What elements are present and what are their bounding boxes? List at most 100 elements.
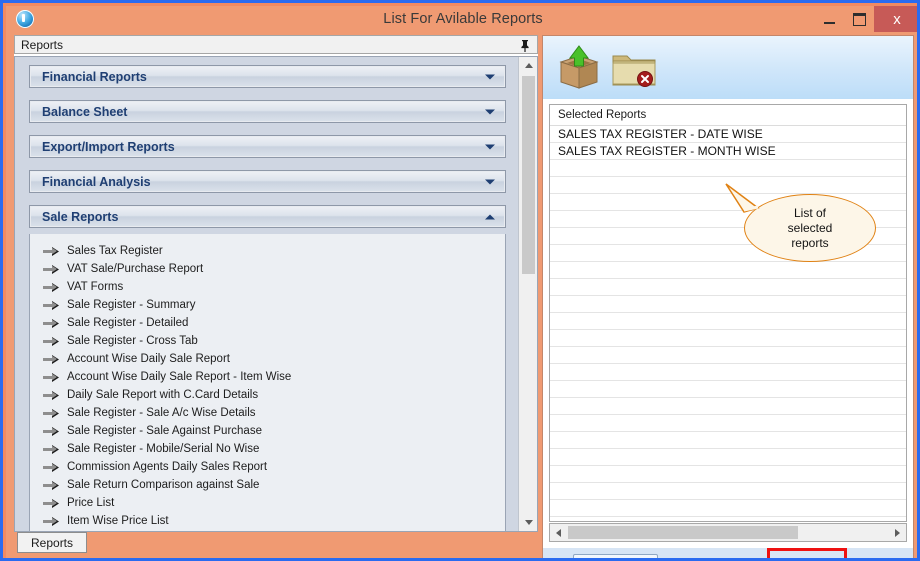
selected-reports-panel: Selected Reports SALES TAX REGISTER - DA… xyxy=(542,35,914,553)
arrow-right-icon xyxy=(43,516,60,527)
scroll-left-icon[interactable] xyxy=(550,524,567,541)
selected-report-row[interactable]: SALES TAX REGISTER - DATE WISE xyxy=(550,126,906,143)
arrow-right-icon xyxy=(43,480,60,491)
accordion-header-export-import-reports[interactable]: Export/Import Reports xyxy=(29,135,506,158)
report-list-item[interactable]: Sale Register - Summary xyxy=(30,296,505,314)
accordion-header-sale-reports[interactable]: Sale Reports xyxy=(29,205,506,228)
scroll-down-icon[interactable] xyxy=(519,514,537,531)
report-list-item[interactable]: Sale Register - Cross Tab xyxy=(30,332,505,350)
accordion-label: Sale Reports xyxy=(42,209,119,224)
sale-reports-list: Sales Tax Register VAT Sale/Purchase Repo… xyxy=(29,234,506,531)
maximize-button[interactable] xyxy=(844,6,874,32)
export-box-icon[interactable] xyxy=(555,44,603,92)
report-list-item[interactable]: Sale Register - Mobile/Serial No Wise xyxy=(30,440,505,458)
selected-reports-horizontal-scrollbar[interactable] xyxy=(549,523,907,542)
report-list-item-label: VAT Sale/Purchase Report xyxy=(67,263,204,275)
chevron-down-icon xyxy=(485,109,495,114)
arrow-right-icon xyxy=(43,462,60,473)
report-list-item-label: Price List xyxy=(67,497,115,509)
report-list-item[interactable]: VAT Sale/Purchase Report xyxy=(30,260,505,278)
selected-report-row-empty[interactable] xyxy=(550,432,906,449)
application-window: List For Avilable Reports x Reports Fina… xyxy=(0,0,920,561)
dock-vertical-scrollbar[interactable] xyxy=(518,57,537,531)
report-list-item-label: Daily Sale Report with C.Card Details xyxy=(67,389,259,401)
selected-reports-header: Selected Reports xyxy=(550,105,906,126)
selected-report-row-empty[interactable] xyxy=(550,347,906,364)
accordion-label: Export/Import Reports xyxy=(42,139,175,154)
report-list-item[interactable]: Sale Return Comparison against Sale xyxy=(30,476,505,494)
report-list-item[interactable]: Item Wise Price List xyxy=(30,512,505,530)
selected-report-row-empty[interactable] xyxy=(550,500,906,517)
arrow-right-icon xyxy=(43,246,60,257)
arrow-right-icon xyxy=(43,390,60,401)
close-button[interactable]: x xyxy=(874,6,917,32)
window-content: Reports Financial Reports Balance Sheet xyxy=(6,32,917,558)
arrow-right-icon xyxy=(43,336,60,347)
arrow-right-icon xyxy=(43,444,60,455)
dock-caption-label: Reports xyxy=(21,37,64,52)
arrow-right-icon xyxy=(43,318,60,329)
report-list-item-label: Account Wise Daily Sale Report - Item Wi… xyxy=(67,371,292,383)
report-list-item[interactable]: Price List xyxy=(30,494,505,512)
report-list-item[interactable]: Account Wise Daily Sale Report - Item Wi… xyxy=(30,368,505,386)
cancel-button[interactable]: Cancel xyxy=(673,554,748,558)
accordion-header-financial-reports[interactable]: Financial Reports xyxy=(29,65,506,88)
selected-report-row-empty[interactable] xyxy=(550,296,906,313)
chevron-up-icon xyxy=(485,214,495,219)
selected-report-row-empty[interactable] xyxy=(550,483,906,500)
report-list-item[interactable]: VAT Forms xyxy=(30,278,505,296)
selected-report-row-empty[interactable] xyxy=(550,466,906,483)
report-list-item-label: Sale Register - Sale A/c Wise Details xyxy=(67,407,256,419)
scroll-thumb[interactable] xyxy=(522,76,535,274)
report-list-item[interactable]: Sale Register - Sale A/c Wise Details xyxy=(30,404,505,422)
report-list-item[interactable]: Account Wise Daily Sale Report xyxy=(30,350,505,368)
selection-toolbar xyxy=(543,36,913,100)
selected-report-row-empty[interactable] xyxy=(550,398,906,415)
selected-report-row-empty[interactable] xyxy=(550,330,906,347)
report-list-item[interactable]: Sales Tax Register xyxy=(30,242,505,260)
reports-dock-panel: Reports Financial Reports Balance Sheet xyxy=(14,35,538,532)
scroll-up-icon[interactable] xyxy=(519,57,537,74)
arrow-right-icon xyxy=(43,372,60,383)
ok-button[interactable]: OK xyxy=(573,554,658,558)
selected-report-row-empty[interactable] xyxy=(550,160,906,177)
selected-report-row-empty[interactable] xyxy=(550,194,906,211)
chevron-down-icon xyxy=(485,144,495,149)
selected-report-row-empty[interactable] xyxy=(550,381,906,398)
report-list-item-label: Commission Agents Daily Sales Report xyxy=(67,461,268,473)
selected-report-row-empty[interactable] xyxy=(550,313,906,330)
selected-report-row-empty[interactable] xyxy=(550,279,906,296)
report-list-item-label: Sale Return Comparison against Sale xyxy=(67,479,260,491)
selected-report-row-empty[interactable] xyxy=(550,415,906,432)
remove-folder-icon[interactable] xyxy=(611,48,657,88)
pin-icon[interactable] xyxy=(519,39,531,52)
selected-report-row-empty[interactable] xyxy=(550,177,906,194)
minimize-button[interactable] xyxy=(814,6,844,32)
scroll-thumb[interactable] xyxy=(568,526,798,539)
selected-report-row[interactable]: SALES TAX REGISTER - MONTH WISE xyxy=(550,143,906,160)
report-list-item[interactable]: Daily Sale Report with C.Card Details xyxy=(30,386,505,404)
accordion-label: Financial Analysis xyxy=(42,174,151,189)
report-list-item-label: Sale Register - Cross Tab xyxy=(67,335,198,347)
selected-report-row-empty[interactable] xyxy=(550,245,906,262)
report-list-item[interactable]: Sale Register - Detailed xyxy=(30,314,505,332)
report-list-item[interactable]: Sale Register - Sale Against Purchase xyxy=(30,422,505,440)
dialog-footer: OK Cancel xyxy=(542,548,914,558)
selected-report-row-empty[interactable] xyxy=(550,262,906,279)
window-controls: x xyxy=(814,6,917,32)
tab-reports[interactable]: Reports xyxy=(17,532,88,553)
selected-report-row-empty[interactable] xyxy=(550,449,906,466)
selected-reports-list[interactable]: Selected Reports SALES TAX REGISTER - DA… xyxy=(549,104,907,522)
scroll-right-icon[interactable] xyxy=(889,524,906,541)
selected-report-row-empty[interactable] xyxy=(550,364,906,381)
selected-report-row-empty[interactable] xyxy=(550,228,906,245)
accordion-area: Financial Reports Balance Sheet Export/I… xyxy=(14,56,538,532)
accordion-header-financial-analysis[interactable]: Financial Analysis xyxy=(29,170,506,193)
arrow-right-icon xyxy=(43,300,60,311)
report-list-item[interactable]: Commission Agents Daily Sales Report xyxy=(30,458,505,476)
window-title: List For Avilable Reports xyxy=(383,11,543,27)
accordion-header-balance-sheet[interactable]: Balance Sheet xyxy=(29,100,506,123)
report-list-item-label: Item Wise Price List xyxy=(67,515,169,527)
accordion-groups: Financial Reports Balance Sheet Export/I… xyxy=(15,57,518,531)
selected-report-row-empty[interactable] xyxy=(550,211,906,228)
